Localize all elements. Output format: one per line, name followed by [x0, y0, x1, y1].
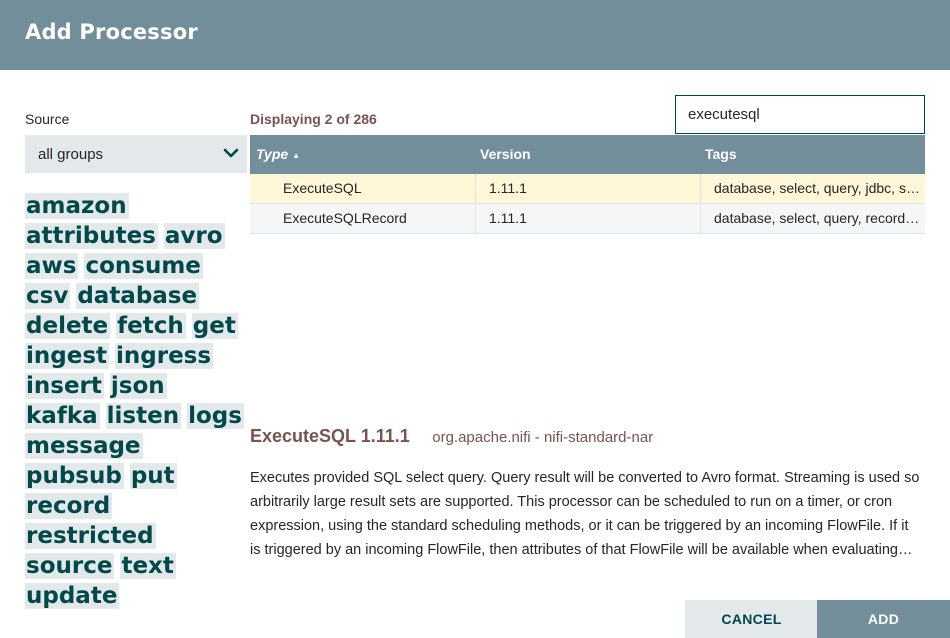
tag-update[interactable]: update	[25, 583, 120, 609]
tag-put[interactable]: put	[129, 463, 177, 489]
tag-fetch[interactable]: fetch	[116, 313, 186, 339]
tag-text[interactable]: text	[120, 553, 176, 579]
tag-delete[interactable]: delete	[25, 313, 111, 339]
displaying-count: Displaying 2 of 286	[250, 111, 377, 127]
cell-tags: database, select, query, jdbc, sql, rdbm…	[714, 180, 920, 196]
dialog-title: Add Processor	[25, 20, 198, 44]
cell-type: ExecuteSQL	[283, 180, 362, 196]
table-row[interactable]: ExecuteSQL 1.11.1 database, select, query,…	[250, 174, 925, 204]
column-header-version[interactable]: Version	[480, 135, 531, 174]
tag-aws[interactable]: aws	[25, 253, 79, 279]
source-group-select[interactable]: all groups	[25, 135, 247, 173]
cancel-button[interactable]: CANCEL	[685, 600, 818, 638]
table-header: Type ▲ Version Tags	[250, 135, 925, 174]
cell-version: 1.11.1	[489, 180, 527, 196]
tag-listen[interactable]: listen	[105, 403, 182, 429]
tag-consume[interactable]: consume	[84, 253, 203, 279]
dialog-header: Add Processor	[0, 0, 950, 70]
tag-message[interactable]: message	[25, 433, 143, 459]
tag-json[interactable]: json	[109, 373, 167, 399]
tag-restricted[interactable]: restricted	[25, 523, 156, 549]
processor-detail-title: ExecuteSQL 1.11.1 org.apache.nifi - nifi…	[250, 426, 653, 447]
tag-ingress[interactable]: ingress	[115, 343, 214, 369]
tag-source[interactable]: source	[25, 553, 115, 579]
tag-pubsub[interactable]: pubsub	[25, 463, 124, 489]
tag-database[interactable]: database	[76, 283, 200, 309]
tag-logs[interactable]: logs	[187, 403, 244, 429]
tag-ingest[interactable]: ingest	[25, 343, 110, 369]
processor-description: Executes provided SQL select query. Quer…	[250, 470, 920, 558]
chevron-down-icon	[223, 148, 239, 158]
column-header-type[interactable]: Type ▲	[256, 135, 300, 174]
column-divider	[700, 174, 701, 204]
column-header-type-label: Type	[256, 146, 289, 162]
tag-kafka[interactable]: kafka	[25, 403, 100, 429]
cell-type: ExecuteSQLRecord	[283, 210, 407, 226]
processor-table: Type ▲ Version Tags ExecuteSQL 1.11.1 datab…	[250, 135, 925, 234]
tag-avro[interactable]: avro	[163, 223, 225, 249]
table-body: ExecuteSQL 1.11.1 database, select, query,…	[250, 174, 925, 234]
add-button[interactable]: ADD	[817, 600, 950, 638]
search-input[interactable]	[675, 95, 925, 134]
cell-tags: database, select, query, record, jdbc, s…	[714, 210, 920, 226]
tag-amazon[interactable]: amazon	[25, 193, 129, 219]
tag-cloud: amazon attributes avro aws consume csv databas…	[25, 193, 247, 609]
tag-csv[interactable]: csv	[25, 283, 71, 309]
sort-ascending-icon: ▲	[292, 151, 301, 160]
column-divider	[700, 204, 701, 234]
column-divider	[475, 174, 476, 204]
processor-name: ExecuteSQL 1.11.1	[250, 426, 410, 446]
source-group-value: all groups	[38, 146, 104, 163]
tag-insert[interactable]: insert	[25, 373, 104, 399]
column-header-tags[interactable]: Tags	[705, 135, 737, 174]
column-divider	[475, 204, 476, 234]
cell-version: 1.11.1	[489, 210, 527, 226]
tag-get[interactable]: get	[191, 313, 238, 339]
tag-record[interactable]: record	[25, 493, 113, 519]
processor-bundle: org.apache.nifi - nifi-standard-nar	[432, 429, 654, 446]
source-label: Source	[25, 111, 70, 127]
tag-attributes[interactable]: attributes	[25, 223, 158, 249]
table-row[interactable]: ExecuteSQLRecord 1.11.1 database, select, …	[250, 204, 925, 234]
